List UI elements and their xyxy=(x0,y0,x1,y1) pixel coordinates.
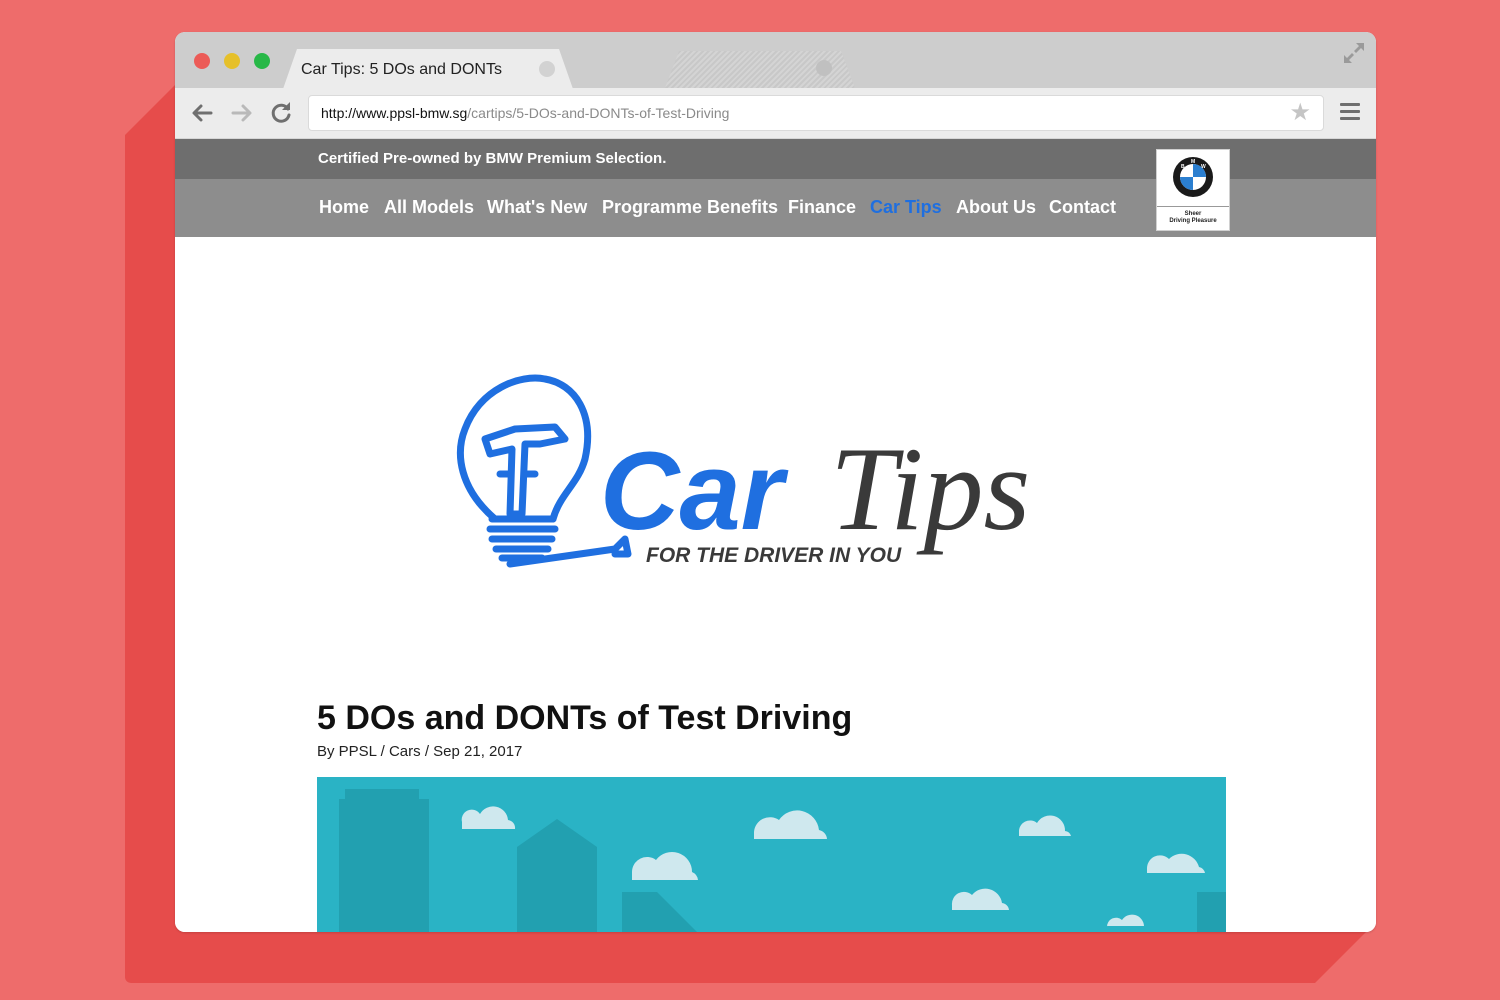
reload-icon[interactable] xyxy=(268,100,294,126)
url-host: http://www.ppsl-bmw.sg xyxy=(321,105,468,121)
forward-arrow-icon[interactable] xyxy=(229,100,255,126)
site-tagline: Certified Pre-owned by BMW Premium Selec… xyxy=(318,150,667,167)
logo-subline: FOR THE DRIVER IN YOU xyxy=(646,544,902,567)
bmw-divider xyxy=(1157,206,1229,207)
back-arrow-icon[interactable] xyxy=(189,100,215,126)
nav-programme-benefits[interactable]: Programme Benefits xyxy=(602,197,778,218)
browser-window: Car Tips: 5 DOs and DONTs http://www.pps… xyxy=(175,32,1376,932)
tab-close-button[interactable] xyxy=(539,61,555,77)
star-icon[interactable]: ★ xyxy=(1289,101,1311,125)
tab-bar: Car Tips: 5 DOs and DONTs xyxy=(175,32,1376,88)
bmw-logo-icon: B M W xyxy=(1173,157,1213,197)
article-title: 5 DOs and DONTs of Test Driving xyxy=(317,699,853,737)
bmw-letter-m: M xyxy=(1191,159,1195,165)
nav-whats-new[interactable]: What's New xyxy=(487,197,587,218)
close-window-button[interactable] xyxy=(194,53,210,69)
hero-image xyxy=(317,777,1226,932)
nav-all-models[interactable]: All Models xyxy=(384,197,474,218)
url-text: http://www.ppsl-bmw.sg/cartips/5-DOs-and… xyxy=(321,105,729,121)
bmw-slogan: Sheer Driving Pleasure xyxy=(1157,211,1229,225)
zoom-window-button[interactable] xyxy=(254,53,270,69)
logo-word-car: Car xyxy=(600,430,789,553)
nav-contact[interactable]: Contact xyxy=(1049,197,1116,218)
tab-title: Car Tips: 5 DOs and DONTs xyxy=(301,61,502,78)
article-meta: By PPSL / Cars / Sep 21, 2017 xyxy=(317,743,523,760)
url-path: /cartips/5-DOs-and-DONTs-of-Test-Driving xyxy=(467,105,730,121)
bmw-letter-w: W xyxy=(1201,164,1206,170)
nav-home[interactable]: Home xyxy=(319,197,369,218)
menu-icon[interactable] xyxy=(1340,103,1360,123)
car-tips-logo: Car Tips FOR THE DRIVER IN YOU xyxy=(456,374,1030,568)
minimize-window-button[interactable] xyxy=(224,53,240,69)
web-page: Certified Pre-owned by BMW Premium Selec… xyxy=(175,139,1376,932)
nav-car-tips[interactable]: Car Tips xyxy=(870,197,942,218)
toolbar: http://www.ppsl-bmw.sg/cartips/5-DOs-and… xyxy=(175,88,1376,139)
nav-finance[interactable]: Finance xyxy=(788,197,856,218)
logo-word-tips: Tips xyxy=(830,422,1030,555)
address-bar[interactable]: http://www.ppsl-bmw.sg/cartips/5-DOs-and… xyxy=(308,95,1324,131)
bmw-letter-b: B xyxy=(1181,164,1185,170)
nav-about-us[interactable]: About Us xyxy=(956,197,1036,218)
fullscreen-icon[interactable] xyxy=(1342,41,1366,65)
bmw-slogan-line2: Driving Pleasure xyxy=(1169,218,1217,224)
new-tab-close-button[interactable] xyxy=(816,60,832,76)
bmw-slogan-line1: Sheer xyxy=(1184,211,1202,217)
bmw-brand-badge[interactable]: B M W Sheer Driving Pleasure xyxy=(1156,149,1230,231)
